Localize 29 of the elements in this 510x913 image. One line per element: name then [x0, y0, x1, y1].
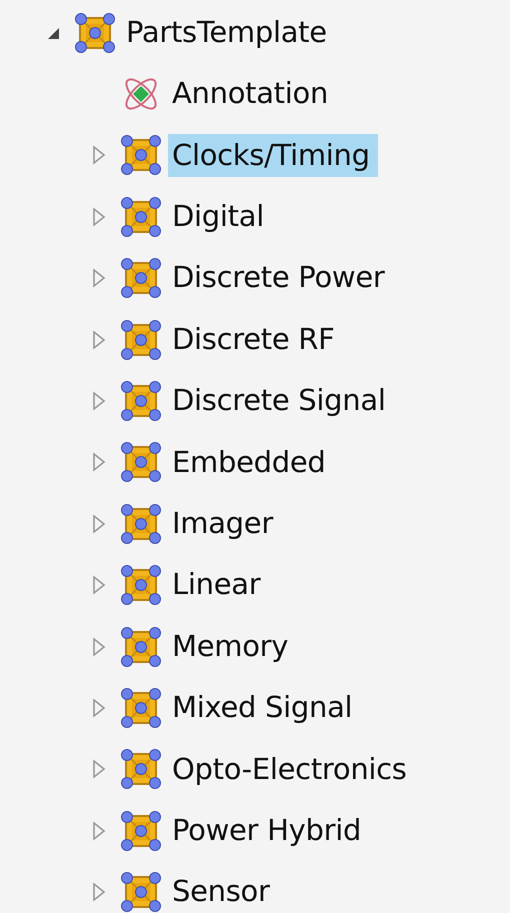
component-icon [120, 257, 162, 300]
tree-item[interactable]: Annotation [168, 72, 336, 116]
tree-item[interactable]: Memory [168, 624, 296, 668]
component-icon [120, 134, 162, 176]
tree-item[interactable]: Imager [168, 502, 281, 546]
component-icon [120, 380, 162, 422]
tree-item[interactable]: Opto-Electronics [168, 748, 415, 792]
component-icon [120, 196, 162, 238]
component-icon [120, 871, 162, 913]
component-icon [120, 318, 162, 361]
tree-item[interactable]: Discrete Power [168, 256, 392, 300]
tree-item[interactable]: Discrete RF [168, 318, 343, 362]
component-icon [120, 810, 162, 852]
component-icon [120, 686, 162, 729]
component-icon [120, 564, 162, 606]
tree-item[interactable]: Clocks/Timing [168, 134, 378, 178]
tree-item[interactable]: PartsTemplate [122, 10, 335, 55]
component-icon [120, 502, 162, 545]
component-icon [120, 748, 162, 790]
tree-item[interactable]: Embedded [168, 440, 334, 484]
tree-item[interactable]: Linear [168, 563, 268, 608]
tree-item[interactable]: Discrete Signal [168, 379, 394, 423]
component-icon [120, 626, 162, 668]
component-icon [120, 441, 162, 484]
tree-item[interactable]: Sensor [168, 870, 278, 913]
tree-item[interactable]: Digital [168, 195, 272, 239]
tree-item[interactable]: Power Hybrid [168, 808, 370, 853]
component-icon [74, 12, 116, 54]
tree-item[interactable]: Mixed Signal [168, 686, 360, 730]
